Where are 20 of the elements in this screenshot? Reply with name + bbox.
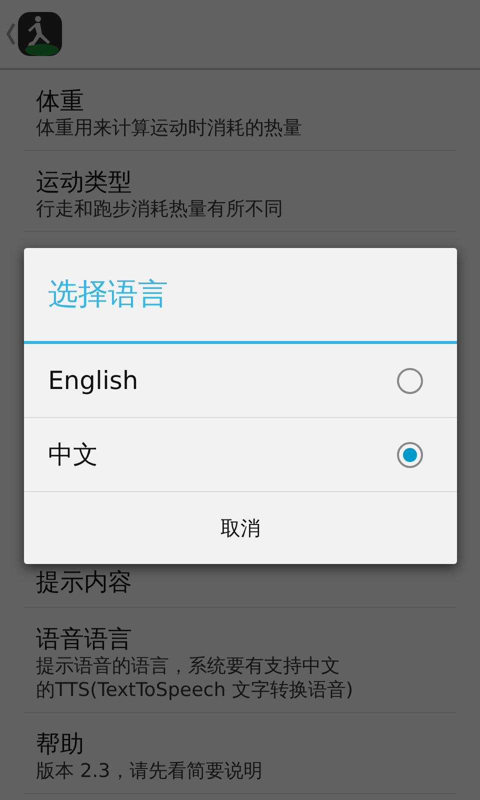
dialog-title: 选择语言	[24, 248, 457, 344]
setting-summary: 的TTS(TextToSpeech 文字转换语音)	[36, 678, 354, 702]
radio-button[interactable]	[397, 442, 423, 468]
setting-summary: 提示语音的语言，系统要有支持中文	[36, 654, 341, 678]
language-option[interactable]: 中文	[24, 418, 457, 492]
radio-button[interactable]	[397, 368, 423, 394]
setting-title: 运动类型	[36, 167, 133, 197]
setting-title: 语音语言	[36, 624, 133, 654]
cancel-button[interactable]: 取消	[24, 492, 457, 564]
option-label: 中文	[48, 439, 98, 471]
setting-summary: 版本 2.3，请先看简要说明	[36, 759, 264, 783]
back-icon[interactable]	[6, 23, 16, 45]
setting-summary: 体重用来计算运动时消耗的热量	[36, 116, 303, 140]
setting-title: 提示内容	[36, 567, 133, 597]
setting-title: 帮助	[36, 729, 85, 759]
runner-app-icon[interactable]	[18, 12, 62, 56]
option-label: English	[48, 366, 138, 395]
setting-summary: 行走和跑步消耗热量有所不同	[36, 197, 284, 221]
language-option[interactable]: English	[24, 344, 457, 418]
setting-title: 体重	[36, 86, 85, 116]
